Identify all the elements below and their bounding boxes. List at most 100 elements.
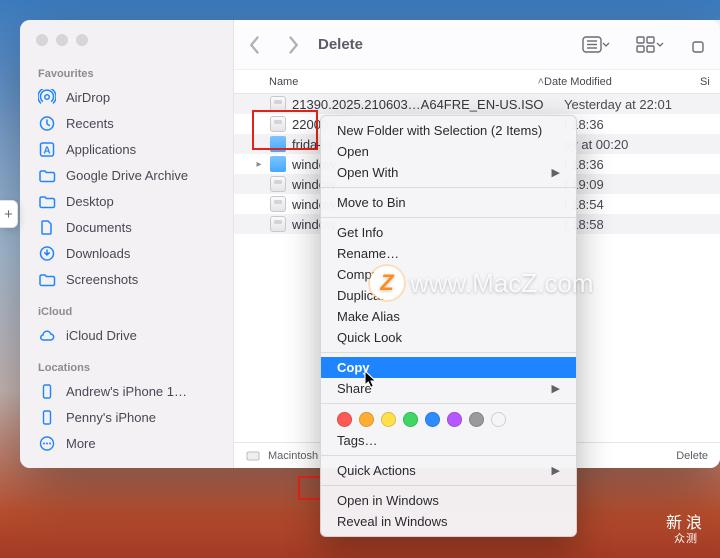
menu-item-label: New Folder with Selection (2 Items) [337,123,542,138]
share-icon[interactable] [690,36,706,53]
view-list-icon[interactable] [582,36,610,53]
file-date: t 18:58 [564,217,720,232]
tag-color-icon[interactable] [359,412,374,427]
menu-item[interactable]: Open [321,141,576,162]
menu-item-label: Open in Windows [337,493,439,508]
svg-text:A: A [43,145,50,156]
disclosure-icon[interactable]: ▸ [254,159,264,170]
menu-separator [321,455,576,456]
menu-item[interactable]: Open With ▶ [321,162,576,183]
menu-item-label: Rename… [337,246,399,261]
menu-item-label: Make Alias [337,309,400,324]
column-header[interactable]: Name˄ Date Modified Si [234,70,720,94]
menu-item-label: Compre [337,267,383,282]
tag-color-icon[interactable] [469,412,484,427]
menu-item[interactable]: Get Info [321,222,576,243]
submenu-arrow-icon: ▶ [552,166,560,179]
folder-icon [270,136,286,152]
tag-clear-icon[interactable] [491,412,506,427]
apps-icon: A [38,141,56,158]
minimize-icon[interactable] [56,34,68,46]
corner-watermark: 新浪众测 [666,515,706,546]
sidebar-item-airdrop[interactable]: AirDrop [20,84,233,110]
menu-item[interactable]: Duplicate [321,285,576,306]
sidebar-item-label: Google Drive Archive [66,168,188,183]
tag-color-icon[interactable] [447,412,462,427]
menu-tags-row[interactable] [321,408,576,430]
sidebar-item-icloud[interactable]: iCloud Drive [20,322,233,348]
tag-color-icon[interactable] [381,412,396,427]
sidebar-item-dl[interactable]: Downloads [20,240,233,266]
menu-item-label: Get Info [337,225,383,240]
file-date: t 18:36 [564,157,720,172]
sidebar-item-gdrive[interactable]: Google Drive Archive [20,162,233,188]
sidebar-item-label: Recents [66,116,114,131]
menu-separator [321,217,576,218]
table-row[interactable]: 21390.2025.210603…A64FRE_EN-US.ISO Yeste… [234,94,720,114]
tab-hint[interactable]: + [0,200,18,228]
menu-item-label: Quick Look [337,330,402,345]
device-icon [38,409,56,426]
sidebar-item-apps[interactable]: A Applications [20,136,233,162]
menu-item[interactable]: Share ▶ [321,378,576,399]
sidebar-item-label: AirDrop [66,90,110,105]
menu-separator [321,187,576,188]
sidebar-header: iCloud [20,302,233,322]
context-menu[interactable]: New Folder with Selection (2 Items) Open… [320,115,577,537]
sidebar-item-iphone1[interactable]: Andrew's iPhone 1… [20,378,233,404]
menu-item[interactable]: Move to Bin [321,192,576,213]
file-date: t 18:36 [564,117,720,132]
sidebar-item-label: Penny's iPhone [66,410,156,425]
harddisk-icon [246,449,260,463]
doc-icon [38,219,56,236]
menu-item[interactable]: Copy [321,357,576,378]
back-icon[interactable] [248,35,262,55]
sidebar-item-more[interactable]: More [20,430,233,456]
toolbar: Delete [234,20,720,70]
forward-icon[interactable] [286,35,300,55]
window-controls[interactable] [20,32,233,64]
tag-color-icon[interactable] [337,412,352,427]
menu-item[interactable]: New Folder with Selection (2 Items) [321,120,576,141]
menu-item[interactable]: Compre [321,264,576,285]
menu-separator [321,352,576,353]
folder-icon [38,193,56,210]
sidebar-item-iphone2[interactable]: Penny's iPhone [20,404,233,430]
device-icon [38,383,56,400]
col-date[interactable]: Date Modified [544,76,700,88]
sidebar-item-label: More [66,436,96,451]
menu-item[interactable]: Make Alias [321,306,576,327]
menu-item[interactable]: Quick Look [321,327,576,348]
sidebar-header: Locations [20,358,233,378]
tag-color-icon[interactable] [403,412,418,427]
file-date: ay at 00:20 [564,137,720,152]
sidebar-item-docs[interactable]: Documents [20,214,233,240]
menu-item-label: Reveal in Windows [337,514,448,529]
close-icon[interactable] [36,34,48,46]
zoom-icon[interactable] [76,34,88,46]
sidebar: Favourites AirDrop Recents A Application… [20,20,234,468]
airdrop-icon [38,89,56,106]
menu-item-label: Quick Actions [337,463,416,478]
file-date: t 18:54 [564,197,720,212]
sidebar-item-label: Screenshots [66,272,138,287]
cursor-icon [364,370,378,390]
col-size[interactable]: Si [700,76,720,88]
menu-item[interactable]: Quick Actions ▶ [321,460,576,481]
menu-item-label: Open [337,144,369,159]
sidebar-item-shots[interactable]: Screenshots [20,266,233,292]
disk-image-icon [270,116,286,132]
sidebar-item-recents[interactable]: Recents [20,110,233,136]
file-date: t 19:09 [564,177,720,192]
menu-item[interactable]: Rename… [321,243,576,264]
tag-color-icon[interactable] [425,412,440,427]
path-current[interactable]: Delete [676,450,708,462]
sidebar-item-label: Downloads [66,246,130,261]
sidebar-item-desktop[interactable]: Desktop [20,188,233,214]
sidebar-item-label: Documents [66,220,132,235]
menu-item[interactable]: Tags… [321,430,576,451]
col-name[interactable]: Name [269,76,298,88]
menu-item[interactable]: Open in Windows [321,490,576,511]
group-icon[interactable] [636,36,664,53]
menu-item[interactable]: Reveal in Windows [321,511,576,532]
